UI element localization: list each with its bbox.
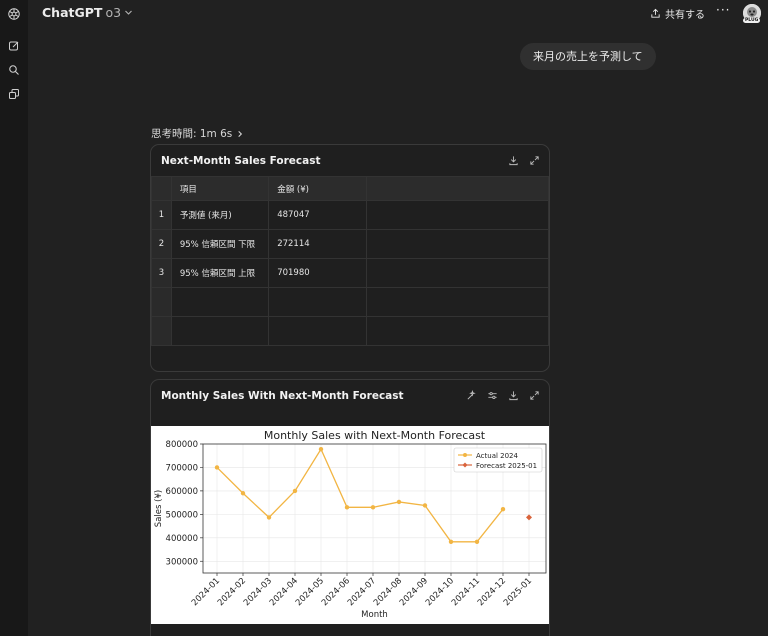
table-cell[interactable]: 487047 xyxy=(268,200,367,230)
data-point xyxy=(292,488,298,494)
empty-cell xyxy=(170,287,270,317)
y-tick-label: 600000 xyxy=(166,487,198,497)
row-index: 1 xyxy=(151,200,172,230)
legend-label: Forecast 2025-01 xyxy=(476,462,537,470)
table-cell[interactable]: 701980 xyxy=(268,258,367,288)
chart-card-title: Monthly Sales With Next-Month Forecast xyxy=(161,390,404,402)
search-icon[interactable] xyxy=(6,62,22,78)
empty-cell xyxy=(365,176,549,201)
y-tick-label: 800000 xyxy=(166,440,198,450)
x-tick-label: 2025-01 xyxy=(502,576,534,608)
data-point xyxy=(526,514,532,521)
table-cell[interactable]: 95% 信頼区間 下限 xyxy=(170,229,270,259)
expand-icon[interactable] xyxy=(528,389,540,401)
model-name: ChatGPT xyxy=(42,5,103,20)
empty-cell xyxy=(365,229,549,259)
table-header-row: 項目 金額 (¥) xyxy=(151,176,549,201)
y-tick-label: 500000 xyxy=(166,510,198,520)
y-tick-label: 300000 xyxy=(166,557,198,567)
legend-marker xyxy=(463,453,467,457)
more-options-button[interactable]: ··· xyxy=(716,3,730,17)
share-label: 共有する xyxy=(665,10,705,21)
avatar-badge: PLUG xyxy=(743,18,761,23)
legend-label: Actual 2024 xyxy=(476,452,519,460)
sales-chart-svg: 3000004000005000006000007000008000002024… xyxy=(154,429,547,620)
openai-logo-icon[interactable] xyxy=(6,6,22,22)
new-chat-icon[interactable] xyxy=(6,38,22,54)
user-message-bubble: 来月の売上を予測して xyxy=(520,43,656,70)
data-point xyxy=(370,505,376,510)
chart-title: Monthly Sales with Next-Month Forecast xyxy=(264,429,486,442)
x-axis-label: Month xyxy=(361,610,388,620)
settings-sliders-icon[interactable] xyxy=(486,389,498,401)
row-index: 2 xyxy=(151,229,172,259)
share-button[interactable]: 共有する xyxy=(650,6,705,21)
table-row: 1 予測値 (来月) 487047 xyxy=(151,200,549,230)
top-header: ChatGPT o3 共有する ··· PLUG xyxy=(28,0,768,28)
sales-chart: 300000 400000 500000 600000 700000 800000 2024… xyxy=(151,426,549,624)
thinking-time-label: 思考時間: 1m 6s xyxy=(151,128,233,140)
left-rail xyxy=(0,0,28,636)
data-point xyxy=(396,499,402,505)
y-tick-label: 400000 xyxy=(166,534,198,544)
data-point xyxy=(448,539,454,545)
table-row: 3 95% 信頼区間 上限 701980 xyxy=(151,258,549,288)
row-index: 3 xyxy=(151,258,172,288)
data-point xyxy=(266,515,272,520)
empty-cell xyxy=(365,258,549,288)
model-version: o3 xyxy=(105,5,122,20)
y-axis-label: Sales (¥) xyxy=(154,490,164,527)
empty-cell xyxy=(170,316,270,346)
data-point xyxy=(474,539,480,545)
forecast-table-card: Next-Month Sales Forecast 項目 金額 (¥) 1 予測… xyxy=(150,144,550,372)
magic-wand-icon[interactable] xyxy=(465,389,477,401)
forecast-table: 項目 金額 (¥) 1 予測値 (来月) 487047 2 95% 信頼区間 下… xyxy=(151,176,549,346)
chevron-down-icon xyxy=(125,10,132,15)
table-row xyxy=(151,287,549,317)
empty-cell xyxy=(268,287,367,317)
data-point xyxy=(318,446,324,452)
empty-cell xyxy=(365,316,549,346)
data-point xyxy=(240,491,246,496)
y-tick-label: 700000 xyxy=(166,463,198,473)
column-header[interactable]: 項目 xyxy=(170,176,270,201)
empty-cell xyxy=(365,200,549,230)
expand-icon[interactable] xyxy=(528,154,540,166)
empty-cell xyxy=(268,316,367,346)
data-point xyxy=(422,503,428,508)
library-icon[interactable] xyxy=(6,86,22,102)
row-index xyxy=(151,287,172,317)
thinking-time-toggle[interactable]: 思考時間: 1m 6s xyxy=(151,126,244,141)
table-cell[interactable]: 95% 信頼区間 上限 xyxy=(170,258,270,288)
column-header[interactable]: 金額 (¥) xyxy=(268,176,367,201)
chevron-right-icon xyxy=(238,130,243,137)
table-row: 2 95% 信頼区間 下限 272114 xyxy=(151,229,549,259)
data-point xyxy=(214,465,220,470)
table-card-title: Next-Month Sales Forecast xyxy=(161,155,321,167)
model-selector[interactable]: ChatGPT o3 xyxy=(42,5,133,20)
data-point xyxy=(500,507,506,512)
data-point xyxy=(344,505,350,510)
table-corner-cell xyxy=(151,176,172,201)
table-row xyxy=(151,316,549,346)
share-icon xyxy=(651,8,660,18)
empty-cell xyxy=(365,287,549,317)
download-icon[interactable] xyxy=(507,389,519,401)
download-icon[interactable] xyxy=(507,154,519,166)
table-cell[interactable]: 272114 xyxy=(268,229,367,259)
forecast-chart-card: Monthly Sales With Next-Month Forecast 3… xyxy=(150,379,550,636)
table-cell[interactable]: 予測値 (来月) xyxy=(170,200,270,230)
row-index xyxy=(151,316,172,346)
